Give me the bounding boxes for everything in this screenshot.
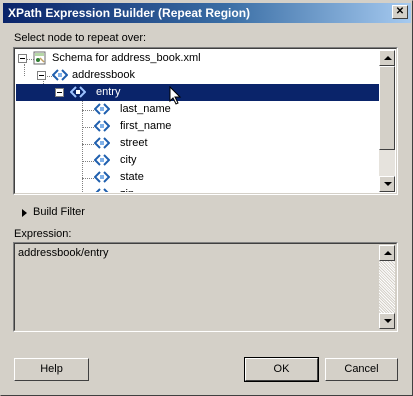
tree-item-city[interactable]: city [16,152,381,169]
cancel-button[interactable]: Cancel [325,358,398,381]
select-node-label: Select node to repeat over: [14,32,147,44]
tree-item-label: Schema for address_book.xml [52,52,201,64]
tree-item-entry[interactable]: entry [16,84,381,105]
title-bar[interactable]: XPath Expression Builder (Repeat Region)… [3,3,411,23]
ok-button[interactable]: OK [244,357,319,382]
scroll-down-button[interactable] [379,176,395,192]
scroll-down-button[interactable] [379,313,395,329]
tree-item-label: city [120,154,137,166]
element-tag-icon [52,69,68,81]
expression-scrollbar[interactable] [379,245,395,329]
tree-item-last-name[interactable]: last_name [16,101,381,118]
tree-item-label: state [120,171,144,183]
tree-item-label: last_name [120,103,171,115]
element-tag-icon [70,86,86,98]
tree-item-label: entry [96,86,121,98]
element-tag-icon [94,171,110,183]
scroll-up-button[interactable] [379,245,395,261]
close-button[interactable]: ✕ [392,5,408,19]
tree-item-label: zip [120,188,134,192]
tree-item-root[interactable]: Schema for address_book.xml [16,50,381,67]
element-tag-icon [94,120,110,132]
tree-item-label: first_name [120,120,172,132]
expression-field[interactable]: addressbook/entry [13,242,398,332]
tree-item-first-name[interactable]: first_name [16,118,381,135]
element-tag-icon [94,137,110,149]
expression-label: Expression: [14,228,72,240]
help-button[interactable]: Help [14,358,89,381]
expression-value: addressbook/entry [18,247,109,259]
dialog-title: XPath Expression Builder (Repeat Region) [8,6,251,20]
tree-area[interactable]: Schema for address_book.xml addressbook … [16,50,381,192]
element-tag-icon [94,154,110,166]
tree-scrollbar[interactable] [379,50,395,192]
node-tree[interactable]: Schema for address_book.xml addressbook … [13,47,398,195]
element-tag-icon [95,188,109,192]
collapse-toggle[interactable] [37,71,46,80]
tree-item-zip[interactable]: zip [16,186,381,192]
expand-triangle-icon [22,209,27,217]
tree-item-state[interactable]: state [16,169,381,186]
scroll-up-button[interactable] [379,50,395,66]
tree-item-label: addressbook [72,69,135,81]
scroll-thumb[interactable] [379,66,395,150]
element-tag-icon [94,103,110,115]
collapse-toggle[interactable] [18,54,27,63]
build-filter-label: Build Filter [33,206,85,218]
close-icon: ✕ [395,6,405,17]
collapse-toggle[interactable] [55,88,64,97]
tree-item-street[interactable]: street [16,135,381,152]
tree-item-label: street [120,137,148,149]
schema-file-icon [33,51,46,65]
tree-item-addressbook[interactable]: addressbook [16,67,381,84]
